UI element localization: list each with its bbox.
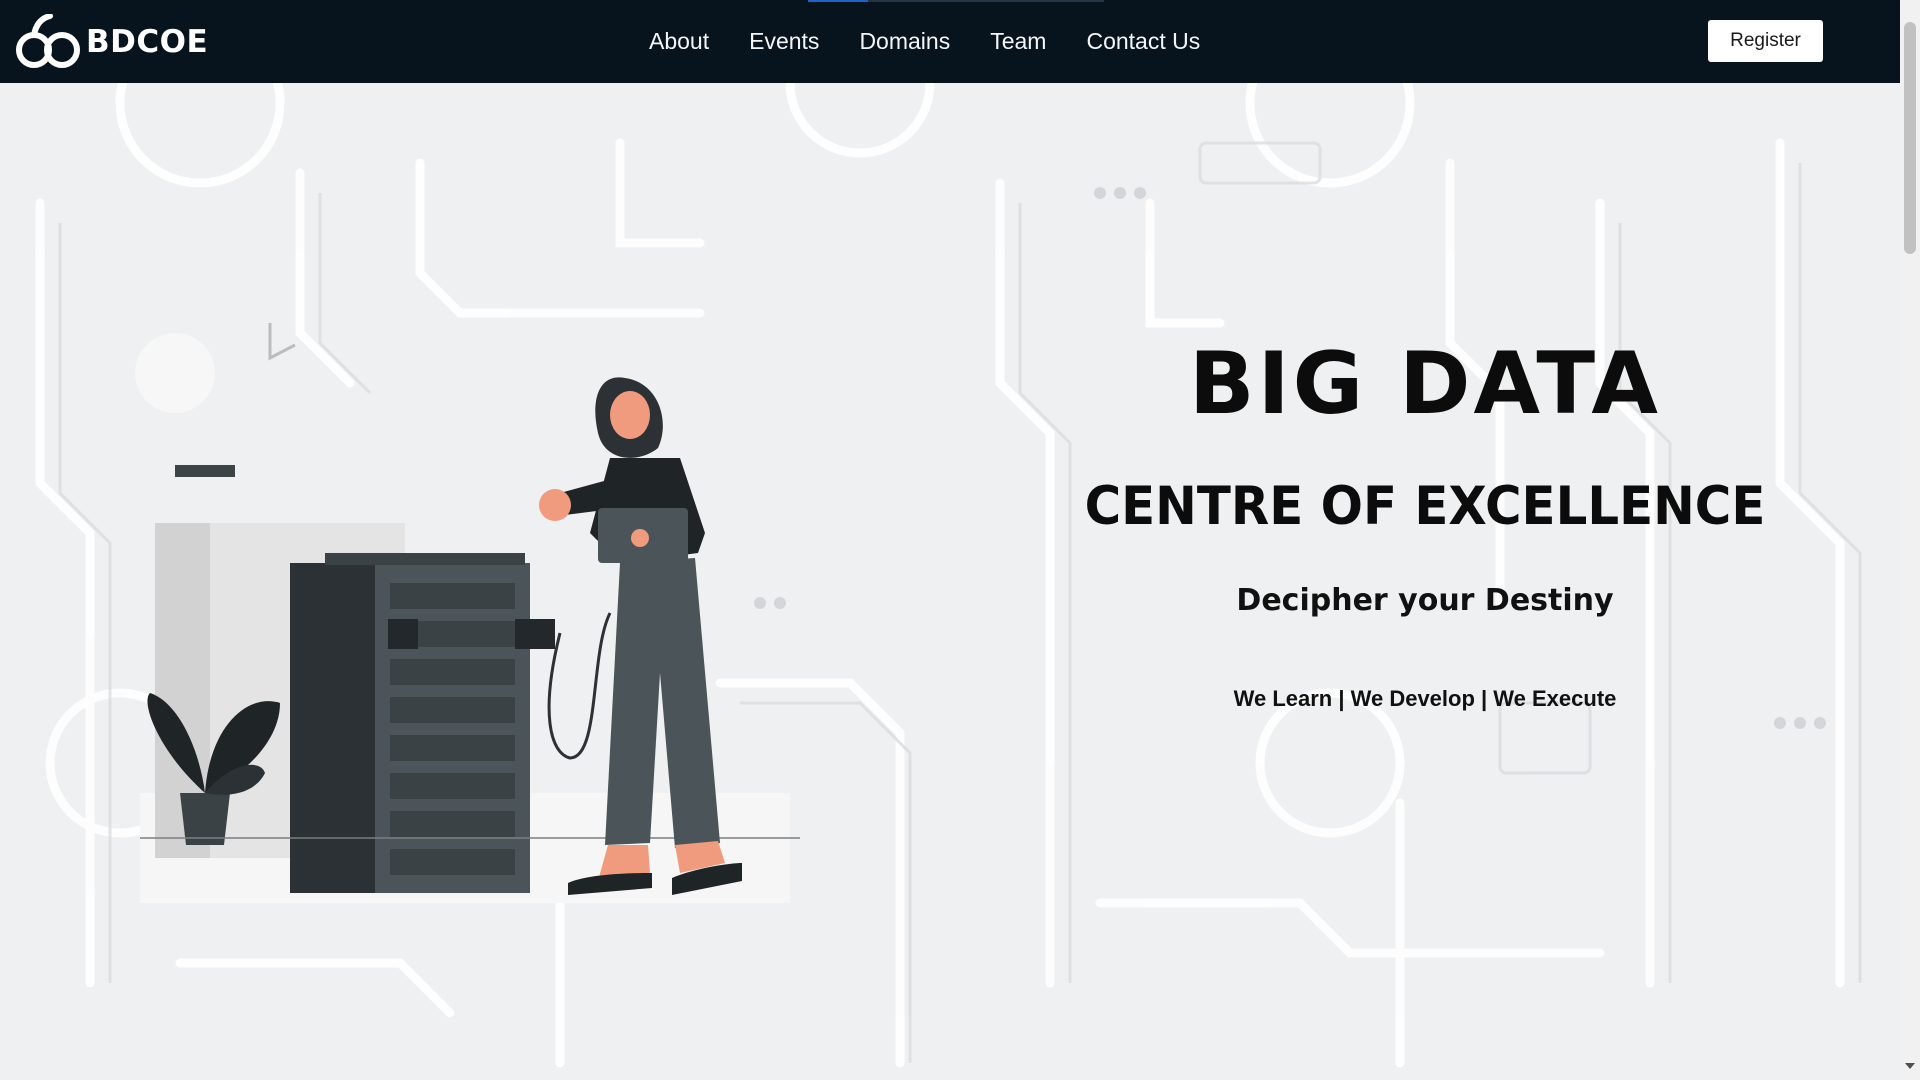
nav-link-events[interactable]: Events <box>749 28 819 55</box>
nav-link-contact-us[interactable]: Contact Us <box>1086 28 1200 55</box>
bdcoe-logo-icon <box>14 13 84 70</box>
server-woman-illustration <box>135 323 800 903</box>
main-nav: About Events Domains Team Contact Us <box>649 0 1200 83</box>
vertical-scrollbar[interactable] <box>1900 0 1920 1080</box>
hero-section: BIG DATA CENTRE OF EXCELLENCE Decipher y… <box>0 83 1900 1080</box>
hero-motto: We Learn | We Develop | We Execute <box>1233 686 1617 711</box>
nav-link-about[interactable]: About <box>649 28 709 55</box>
chevron-down-icon[interactable] <box>1905 1063 1915 1069</box>
nav-link-domains[interactable]: Domains <box>859 28 950 55</box>
hero-subtitle: CENTRE OF EXCELLENCE <box>1084 476 1766 537</box>
brand-name: BDCOE <box>86 23 209 60</box>
brand-logo-link[interactable]: BDCOE <box>14 10 208 73</box>
nav-link-team[interactable]: Team <box>990 28 1046 55</box>
register-button[interactable]: Register <box>1708 20 1823 62</box>
hero-tagline: Decipher your Destiny <box>1236 583 1614 618</box>
top-navbar: BDCOE About Events Domains Team Contact … <box>0 0 1900 83</box>
scrollbar-thumb[interactable] <box>1904 22 1916 254</box>
hero-title: BIG DATA <box>1189 334 1661 434</box>
